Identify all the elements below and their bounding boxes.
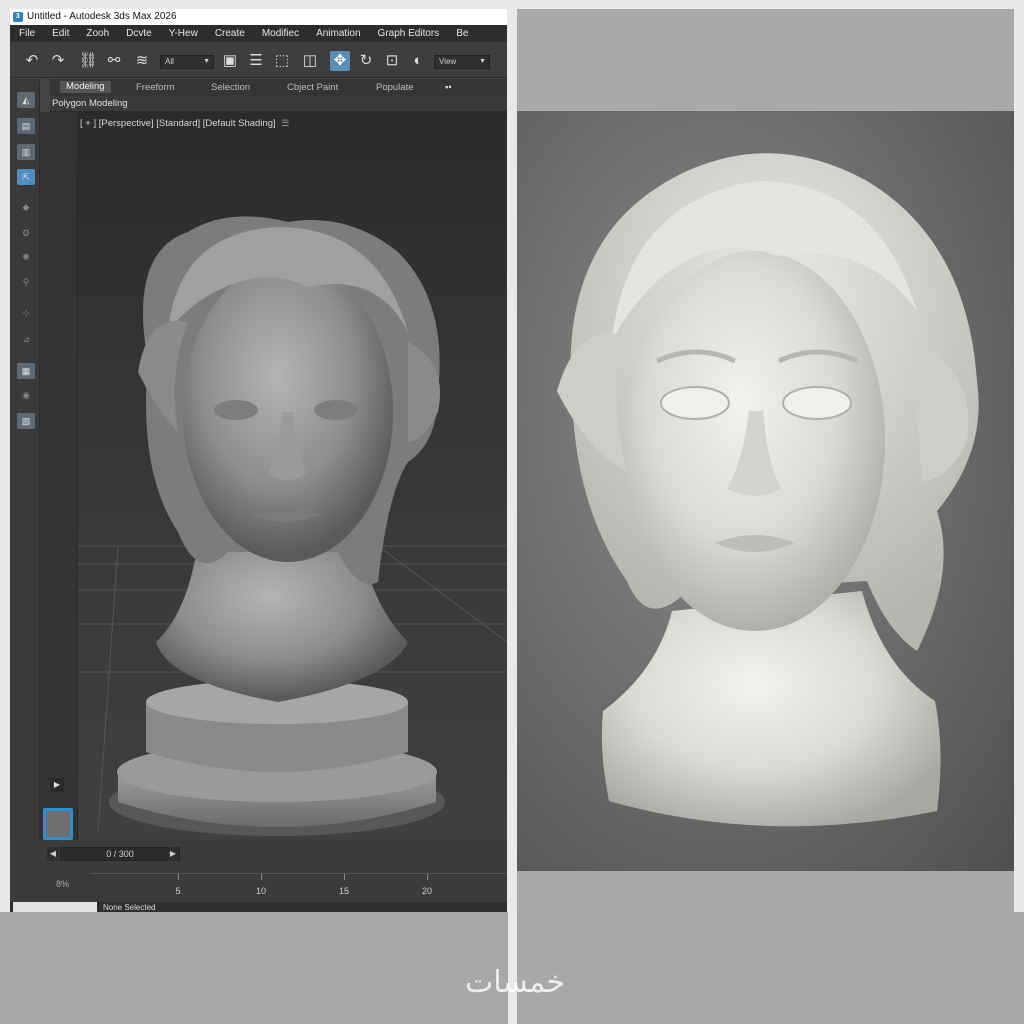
timeline-tick	[261, 874, 262, 880]
display-panel-icon[interactable]: ◆	[17, 199, 35, 215]
marble-bust-illustration	[557, 153, 979, 827]
timeline-percent: 8%	[56, 879, 70, 889]
menu-views[interactable]: Y-Hew	[160, 28, 206, 39]
selection-filter-dropdown[interactable]: All ▼	[160, 55, 214, 69]
camera-icon[interactable]: ⚲	[17, 274, 35, 290]
utilities-panel-icon[interactable]: ⚙	[17, 225, 35, 241]
link-icon[interactable]: ⛓	[78, 51, 98, 71]
tab-object-paint[interactable]: Cbject Paint	[287, 82, 338, 93]
menu-bar: File Edit Zooh Dcvte Y-Hew Create Modifi…	[10, 25, 507, 42]
motion-panel-icon[interactable]: ⇱	[17, 169, 35, 185]
filter-icon[interactable]: ☰	[281, 118, 289, 128]
undo-icon[interactable]: ↶	[22, 51, 42, 71]
timeline-tick	[427, 874, 428, 880]
modify-panel-icon[interactable]: ▤	[17, 118, 35, 134]
ribbon-options-icon[interactable]: ▪•	[445, 82, 452, 93]
unlink-icon[interactable]: ⚯	[104, 51, 124, 71]
reference-coord-value: View	[439, 57, 457, 66]
chevron-down-icon: ▼	[479, 58, 486, 65]
next-frame-icon[interactable]: ▶	[167, 847, 179, 861]
timeline-tick-label: 10	[255, 886, 267, 896]
collage-divider	[508, 0, 517, 1024]
ribbon-panel-label: Polygon Modeling	[50, 96, 507, 112]
menu-edit[interactable]: Edit	[43, 28, 77, 39]
status-bar: None Selected	[10, 902, 507, 912]
max-window: 3 Untitled - Autodesk 3ds Max 2026 File …	[10, 9, 507, 912]
menu-tools[interactable]: Zooh	[77, 28, 117, 39]
timeline-tick-label: 20	[421, 886, 433, 896]
create-panel-icon[interactable]: ◭	[17, 92, 35, 108]
rect-selection-icon[interactable]: ⬚	[272, 51, 292, 71]
menu-group[interactable]: Dcvte	[117, 28, 160, 39]
menu-file[interactable]: File	[10, 28, 43, 39]
watermark-text: خمسات	[464, 965, 566, 1000]
timeline-tick-label: 15	[338, 886, 350, 896]
window-crossing-icon[interactable]: ◫	[300, 51, 320, 71]
app-logo-icon: 3	[13, 12, 23, 22]
rotate-icon[interactable]: ↻	[356, 51, 376, 71]
photo-top-band	[517, 9, 1014, 111]
tab-freeform[interactable]: Freeform	[136, 82, 175, 93]
main-toolbar: ↶ ↷ ⛓ ⚯ ≋ All ▼ ▣ ☰ ⬚ ◫ ✥ ↻ ⊡ ◐ View ▼	[10, 42, 507, 78]
perspective-viewport[interactable]: [ + ] [Perspective] [Standard] [Default …	[78, 112, 507, 840]
helper-icon[interactable]: ⊹	[17, 305, 35, 321]
render-setup-icon[interactable]: ▦	[17, 363, 35, 379]
tab-populate[interactable]: Populate	[376, 82, 414, 93]
redo-icon[interactable]: ↷	[48, 51, 68, 71]
material-editor-icon[interactable]: ◉	[17, 387, 35, 403]
frame-display: 0 / 300	[106, 849, 134, 859]
timeline-tick	[178, 874, 179, 880]
expand-arrow-icon[interactable]: ▶	[50, 778, 64, 792]
reference-coord-dropdown[interactable]: View ▼	[434, 55, 490, 69]
ribbon-tab-bar: Modeling Freeform Selection Cbject Paint…	[50, 79, 507, 96]
menu-modifiers[interactable]: Modifiec	[253, 28, 307, 39]
timeline-tick	[344, 874, 345, 880]
bust-model-render	[78, 216, 507, 836]
marble-bust-photo	[517, 111, 1014, 871]
select-by-name-icon[interactable]: ☰	[246, 51, 266, 71]
tab-modeling[interactable]: Modeling	[60, 81, 111, 93]
tab-selection[interactable]: Selection	[211, 82, 250, 93]
hierarchy-panel-icon[interactable]: ▥	[17, 144, 35, 160]
snap-icon[interactable]: ◐	[408, 51, 428, 71]
object-color-swatch[interactable]	[43, 808, 73, 840]
photo-bottom-band	[517, 871, 1014, 912]
selection-filter-value: All	[165, 57, 174, 66]
chevron-down-icon: ▼	[203, 58, 210, 65]
menu-overflow[interactable]: Be	[447, 28, 476, 39]
timeline-tick-label: 5	[175, 886, 181, 896]
viewport-label-text: [ + ] [Perspective] [Standard] [Default …	[80, 118, 276, 129]
left-icon-toolbar: ◭ ▤ ▥ ⇱ ◆ ⚙ ✺ ⚲ ⊹ ⊿ ▦ ◉ ▧	[10, 79, 40, 849]
selection-status: None Selected	[103, 903, 156, 912]
title-bar: 3 Untitled - Autodesk 3ds Max 2026	[10, 9, 507, 25]
time-slider[interactable]: 0 / 300	[60, 847, 180, 861]
menu-animation[interactable]: Animation	[307, 28, 368, 39]
command-panel-strip: ▶	[40, 112, 78, 848]
select-object-icon[interactable]: ▣	[220, 51, 240, 71]
timeline-ruler[interactable]: 5 10 15 20	[90, 873, 507, 896]
light-icon[interactable]: ✺	[17, 249, 35, 265]
render-frame-icon[interactable]: ▧	[17, 413, 35, 429]
prev-frame-icon[interactable]: ◀	[47, 847, 59, 861]
scale-icon[interactable]: ⊡	[382, 51, 402, 71]
bind-spacewarp-icon[interactable]: ≋	[132, 51, 152, 71]
maxscript-listener-field[interactable]	[13, 902, 97, 912]
viewport-label[interactable]: [ + ] [Perspective] [Standard] [Default …	[80, 118, 289, 129]
menu-create[interactable]: Create	[206, 28, 253, 39]
window-title: Untitled - Autodesk 3ds Max 2026	[27, 11, 177, 22]
spacewarp-icon[interactable]: ⊿	[17, 331, 35, 347]
menu-graph-editors[interactable]: Graph Editors	[369, 28, 448, 39]
move-icon[interactable]: ✥	[330, 51, 350, 71]
